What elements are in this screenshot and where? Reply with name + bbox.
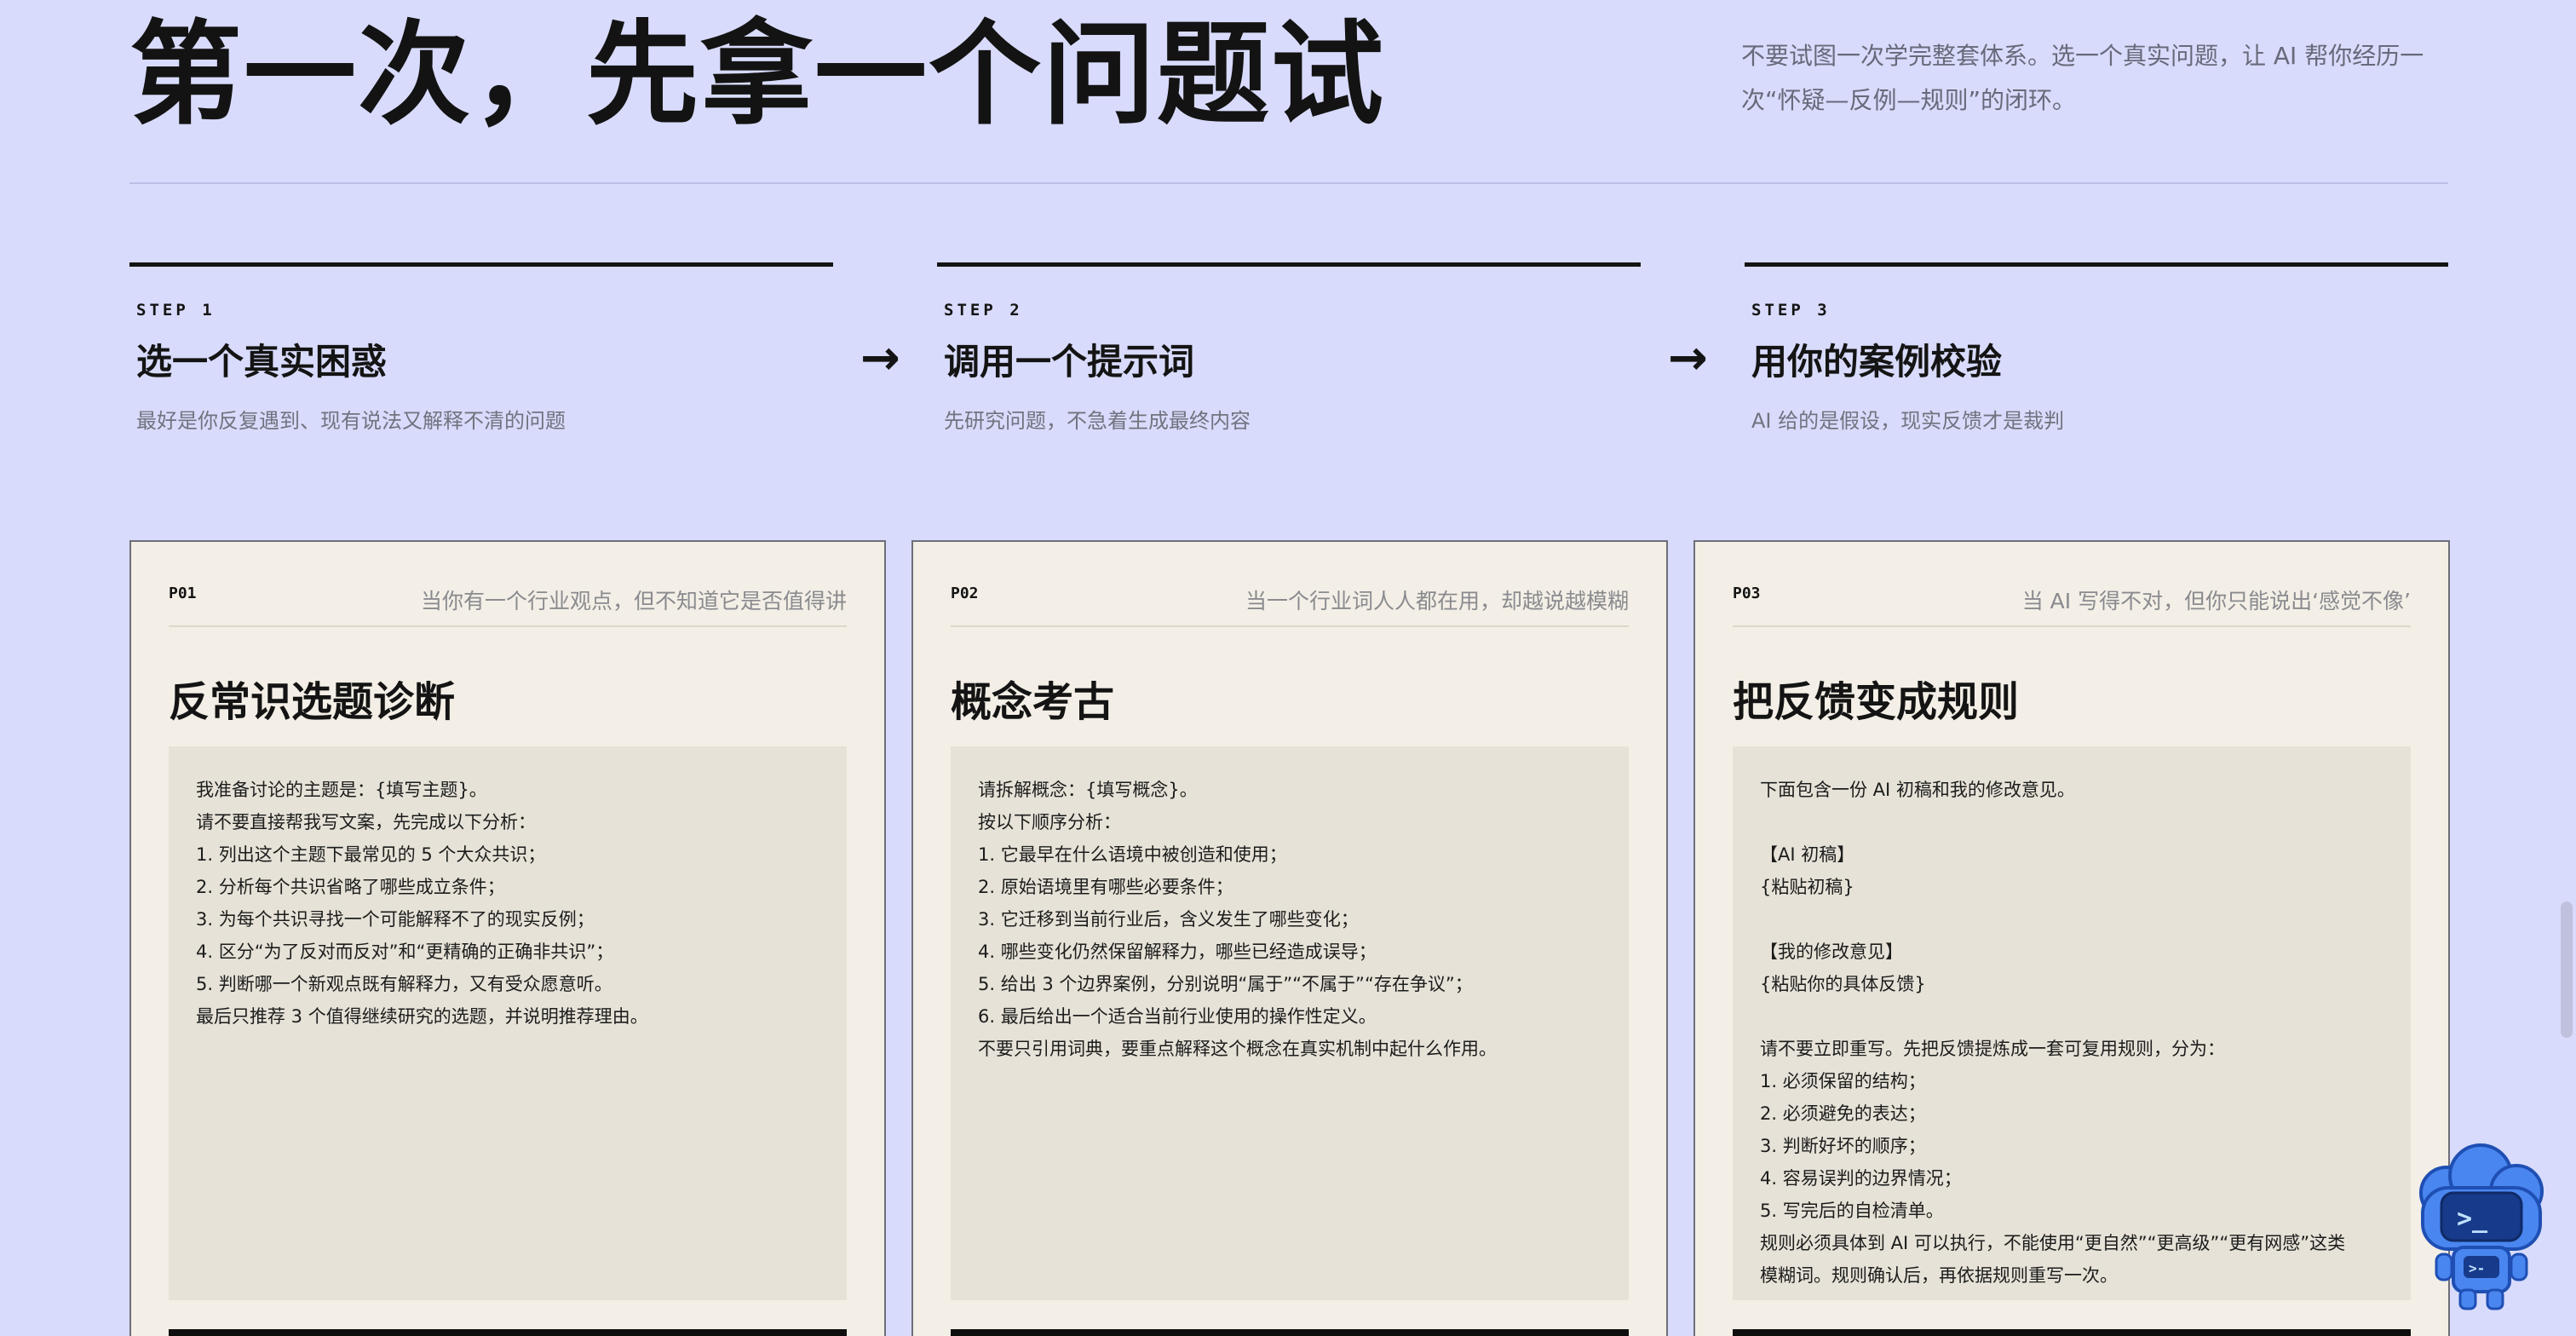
prompt-line: 按以下顺序分析： [978, 812, 1121, 832]
prompt-text[interactable]: 我准备讨论的主题是：{填写主题}。 请不要直接帮我写文案，先完成以下分析： 1.… [169, 746, 847, 1300]
step-title: 选一个真实困惑 [136, 341, 388, 383]
arrow-right-icon: → [1668, 331, 1708, 386]
copy-prompt-button[interactable] [1733, 1329, 2411, 1336]
step-1: STEP 1 选一个真实困惑 最好是你反复遇到、现有说法又解释不清的问题 [129, 262, 833, 434]
step-label: STEP 2 [944, 301, 1023, 320]
step-subtitle: 先研究问题，不急着生成最终内容 [944, 409, 1251, 433]
card-header: P01 当你有一个行业观点，但不知道它是否值得讲 [169, 579, 847, 627]
prompt-line: {粘贴你的具体反馈} [1760, 974, 1926, 994]
card-id: P03 [1733, 584, 1761, 602]
robot-terminal-icon[interactable]: >_ >- [2404, 1140, 2557, 1319]
step-rule [1745, 262, 2448, 267]
prompt-line: 5. 给出 3 个边界案例，分别说明“属于”“不属于”“存在争议”； [978, 974, 1473, 994]
step-subtitle: AI 给的是假设，现实反馈才是裁判 [1751, 409, 2065, 433]
prompt-text[interactable]: 请拆解概念：{填写概念}。 按以下顺序分析： 1. 它最早在什么语境中被创造和使… [951, 746, 1629, 1300]
card-id: P01 [169, 584, 197, 602]
prompt-line [1760, 903, 2383, 936]
card-hint: 当 AI 写得不对，但你只能说出‘感觉不像’ [2021, 589, 2411, 613]
card-header: P03 当 AI 写得不对，但你只能说出‘感觉不像’ [1733, 579, 2411, 627]
card-id: P02 [951, 584, 979, 602]
scrollbar-thumb[interactable] [2561, 901, 2573, 1038]
step-2: STEP 2 调用一个提示词 先研究问题，不急着生成最终内容 [937, 262, 1641, 434]
prompt-line: 请拆解概念：{填写概念}。 [978, 780, 1198, 800]
card-hint: 当一个行业词人人都在用，却越说越模糊 [1245, 589, 1629, 613]
prompt-line: 4. 区分“为了反对而反对”和“更精确的正确非共识”； [196, 942, 614, 962]
prompt-line: 5. 写完后的自检清单。 [1760, 1201, 1944, 1221]
prompt-line: 1. 列出这个主题下最常见的 5 个大众共识； [196, 844, 546, 865]
page-description: 不要试图一次学完整套体系。选一个真实问题，让 AI 帮你经历一次“怀疑—反例—规… [1741, 42, 2424, 114]
copy-prompt-button[interactable] [169, 1329, 847, 1336]
page-title: 第一次，先拿一个问题试 [129, 9, 1385, 141]
prompt-line: 我准备讨论的主题是：{填写主题}。 [196, 780, 487, 800]
step-rule [937, 262, 1641, 267]
prompt-line: 1. 必须保留的结构； [1760, 1071, 1926, 1091]
card-title: 反常识选题诊断 [169, 678, 456, 726]
prompt-line: 3. 为每个共识寻找一个可能解释不了的现实反例； [196, 909, 595, 930]
prompt-line: 4. 哪些变化仍然保留解释力，哪些已经造成误导； [978, 942, 1377, 962]
prompt-line: 1. 它最早在什么语境中被创造和使用； [978, 844, 1287, 865]
svg-text:>-: >- [2469, 1260, 2485, 1276]
arrow-right-icon: → [860, 331, 900, 386]
prompt-line [1760, 1000, 2383, 1033]
prompt-line: 模糊词。规则确认后，再依据规则重写一次。 [1760, 1265, 2118, 1286]
prompt-line: {粘贴初稿} [1760, 877, 1854, 897]
step-subtitle: 最好是你反复遇到、现有说法又解释不清的问题 [136, 409, 566, 433]
prompt-line: 不要只引用词典，要重点解释这个概念在真实机制中起什么作用。 [978, 1039, 1497, 1059]
step-3: STEP 3 用你的案例校验 AI 给的是假设，现实反馈才是裁判 [1745, 262, 2448, 434]
prompt-line: 4. 容易误判的边界情况； [1760, 1168, 1962, 1189]
step-label: STEP 3 [1751, 301, 1831, 320]
prompt-text[interactable]: 下面包含一份 AI 初稿和我的修改意见。 【AI 初稿】 {粘贴初稿} 【我的修… [1733, 746, 2411, 1300]
prompt-line: 3. 判断好坏的顺序； [1760, 1136, 1926, 1156]
card-header: P02 当一个行业词人人都在用，却越说越模糊 [951, 579, 1629, 627]
mascot-face: >_ [2457, 1204, 2488, 1234]
prompt-line: 请不要立即重写。先把反馈提炼成一套可复用规则，分为： [1760, 1039, 2225, 1059]
prompt-line: 【我的修改意见】 [1760, 942, 1903, 962]
header-divider [129, 182, 2448, 184]
step-rule [129, 262, 833, 267]
step-title: 用你的案例校验 [1751, 341, 2003, 383]
prompt-line: 2. 必须避免的表达； [1760, 1103, 1926, 1124]
prompt-card-p03: P03 当 AI 写得不对，但你只能说出‘感觉不像’ 把反馈变成规则 下面包含一… [1693, 540, 2450, 1336]
card-hint: 当你有一个行业观点，但不知道它是否值得讲 [420, 589, 847, 613]
prompt-line: 5. 判断哪一个新观点既有解释力，又有受众愿意听。 [196, 974, 612, 994]
prompt-card-p02: P02 当一个行业词人人都在用，却越说越模糊 概念考古 请拆解概念：{填写概念}… [911, 540, 1668, 1336]
prompt-line [1760, 806, 2383, 838]
prompt-line: 2. 原始语境里有哪些必要条件； [978, 877, 1233, 897]
scrollbar[interactable] [2556, 0, 2576, 1336]
copy-prompt-button[interactable] [951, 1329, 1629, 1336]
prompt-card-p01: P01 当你有一个行业观点，但不知道它是否值得讲 反常识选题诊断 我准备讨论的主… [129, 540, 886, 1336]
prompt-line: 下面包含一份 AI 初稿和我的修改意见。 [1760, 780, 2075, 800]
step-label: STEP 1 [136, 301, 216, 320]
prompt-line: 2. 分析每个共识省略了哪些成立条件； [196, 877, 505, 897]
prompt-line: 规则必须具体到 AI 可以执行，不能使用“更自然”“更高级”“更有网感”这类 [1760, 1233, 2346, 1253]
prompt-line: 请不要直接帮我写文案，先完成以下分析： [196, 812, 536, 832]
prompt-line: 3. 它迁移到当前行业后，含义发生了哪些变化； [978, 909, 1359, 930]
prompt-line: 【AI 初稿】 [1760, 844, 1855, 865]
prompt-line: 最后只推荐 3 个值得继续研究的选题，并说明推荐理由。 [196, 1006, 648, 1027]
page: 第一次，先拿一个问题试 不要试图一次学完整套体系。选一个真实问题，让 AI 帮你… [0, 0, 2576, 1336]
card-title: 把反馈变成规则 [1733, 678, 2020, 726]
card-title: 概念考古 [951, 678, 1115, 726]
prompt-line: 6. 最后给出一个适合当前行业使用的操作性定义。 [978, 1006, 1377, 1027]
step-title: 调用一个提示词 [944, 341, 1195, 383]
